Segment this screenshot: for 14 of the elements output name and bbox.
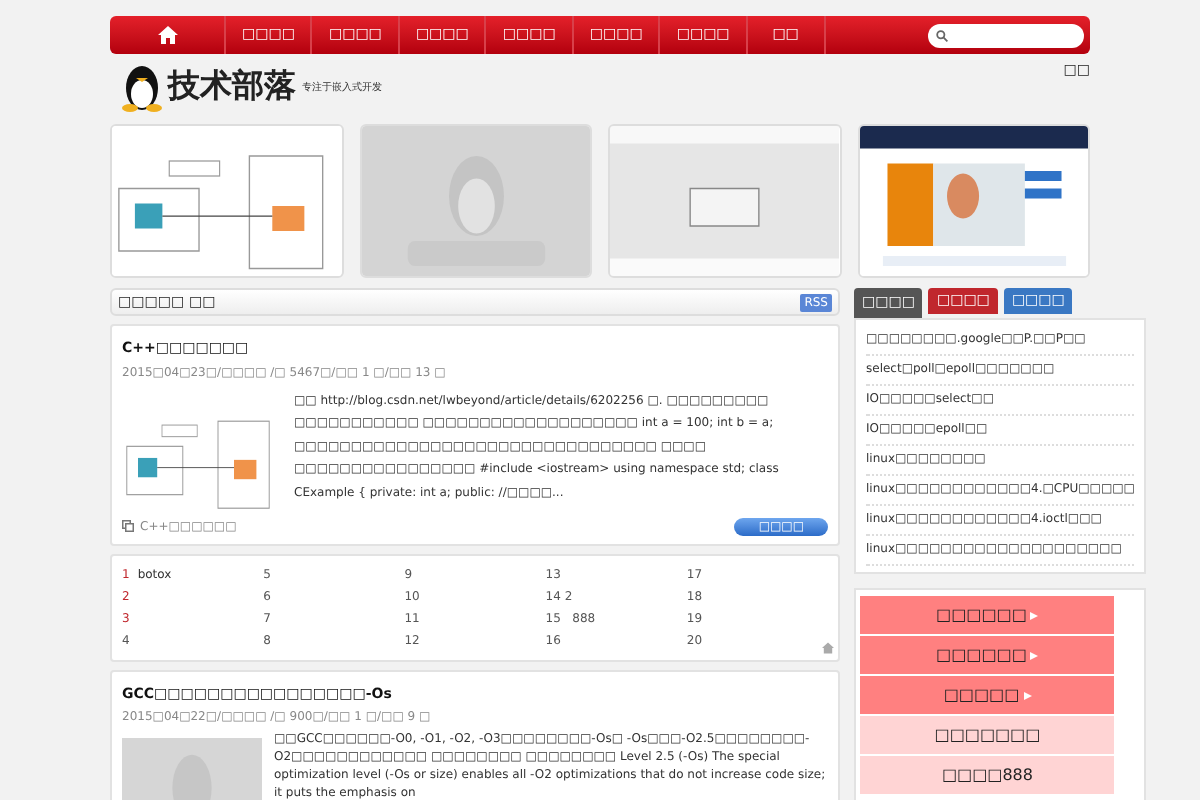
tag-icon xyxy=(122,520,134,532)
penguin-icon xyxy=(122,60,162,112)
menu-item[interactable]: □□□□888 xyxy=(860,756,1115,794)
menu-item[interactable]: □□□□□□ xyxy=(860,636,1115,674)
menu-item[interactable]: □□□□□□ xyxy=(860,596,1115,634)
menu-item[interactable]: □□□□□ xyxy=(860,676,1115,714)
arrow-icon xyxy=(1030,611,1039,619)
logo-text: 技术部落 xyxy=(168,64,296,108)
arrow-icon xyxy=(1030,651,1039,659)
search-icon xyxy=(936,29,948,41)
home-icon xyxy=(157,26,177,44)
arrow-icon xyxy=(1023,691,1032,699)
search-field[interactable] xyxy=(928,23,1084,47)
menu-item[interactable]: □□□□□□□ xyxy=(860,716,1115,754)
